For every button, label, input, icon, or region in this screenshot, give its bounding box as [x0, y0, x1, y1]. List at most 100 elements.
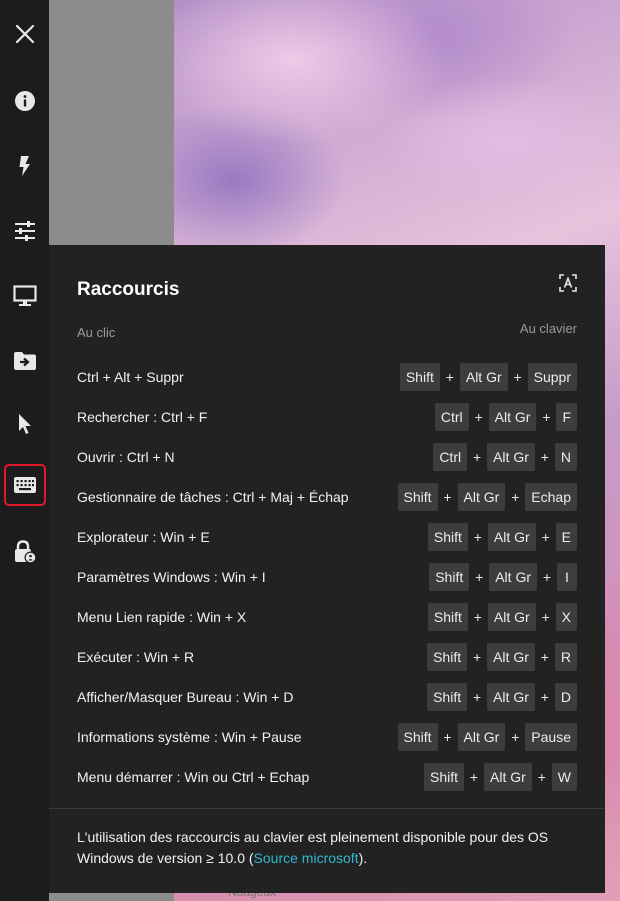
shortcut-row: Ctrl + Alt + Suppr Shift + Alt Gr + Suppr: [77, 357, 577, 397]
keycap[interactable]: Shift: [397, 483, 438, 511]
keycap[interactable]: Shift: [429, 563, 470, 591]
keycap[interactable]: X: [555, 603, 577, 631]
shortcut-click-action[interactable]: Gestionnaire de tâches : Ctrl + Maj + Éc…: [77, 489, 349, 505]
key-combination[interactable]: Shift + Alt Gr + I: [429, 563, 577, 591]
info-button[interactable]: [4, 80, 46, 122]
shortcut-click-action[interactable]: Afficher/Masquer Bureau : Win + D: [77, 689, 293, 705]
shortcut-row: Menu Lien rapide : Win + X Shift + Alt Gr + X: [77, 597, 577, 637]
sliders-icon: [15, 221, 35, 241]
pointer-button[interactable]: [4, 403, 46, 445]
key-combination[interactable]: Shift + Alt Gr + Pause: [397, 723, 577, 751]
shortcut-row: Gestionnaire de tâches : Ctrl + Maj + Éc…: [77, 477, 577, 517]
display-button[interactable]: [4, 275, 46, 317]
keycap[interactable]: Echap: [525, 483, 577, 511]
plus-separator: +: [473, 529, 482, 545]
keycap[interactable]: Alt Gr: [457, 723, 506, 751]
keycap[interactable]: Alt Gr: [487, 523, 536, 551]
shortcut-row: Explorateur : Win + E Shift + Alt Gr + E: [77, 517, 577, 557]
shortcut-list: Ctrl + Alt + Suppr Shift + Alt Gr + Suppr Rech…: [77, 357, 577, 797]
shortcut-click-action[interactable]: Ouvrir : Ctrl + N: [77, 449, 175, 465]
keycap[interactable]: Alt Gr: [457, 483, 506, 511]
keycap[interactable]: I: [557, 563, 577, 591]
plus-separator: +: [473, 609, 482, 625]
plus-separator: +: [443, 489, 452, 505]
microsoft-source-link[interactable]: Source microsoft: [254, 850, 359, 866]
keycap[interactable]: Alt Gr: [489, 563, 537, 591]
plus-separator: +: [475, 569, 484, 585]
info-icon: [15, 91, 35, 111]
keycap[interactable]: Ctrl: [434, 403, 469, 431]
shortcut-row: Exécuter : Win + R Shift + Alt Gr + R: [77, 637, 577, 677]
shortcut-row: Rechercher : Ctrl + F Ctrl + Alt Gr + F: [77, 397, 577, 437]
keycap[interactable]: Shift: [427, 603, 468, 631]
plus-separator: +: [443, 729, 452, 745]
key-combination[interactable]: Shift + Alt Gr + Suppr: [399, 363, 577, 391]
folder-transfer-icon: [14, 352, 36, 370]
keycap[interactable]: Suppr: [527, 363, 577, 391]
cursor-icon: [19, 414, 31, 434]
plus-separator: +: [540, 689, 549, 705]
keycap[interactable]: Alt Gr: [487, 443, 535, 471]
shortcut-click-action[interactable]: Ctrl + Alt + Suppr: [77, 369, 184, 385]
keycap[interactable]: Shift: [427, 643, 468, 671]
shortcut-click-action[interactable]: Explorateur : Win + E: [77, 529, 210, 545]
key-combination[interactable]: Shift + Alt Gr + Echap: [397, 483, 577, 511]
footer-note: L'utilisation des raccourcis au clavier …: [77, 827, 565, 869]
shortcut-row: Ouvrir : Ctrl + N Ctrl + Alt Gr + N: [77, 437, 577, 477]
keycap[interactable]: Ctrl: [433, 443, 468, 471]
keycap[interactable]: Shift: [427, 683, 468, 711]
column-header-click: Au clic: [77, 325, 116, 340]
key-combination[interactable]: Shift + Alt Gr + X: [427, 603, 577, 631]
keycap[interactable]: E: [555, 523, 577, 551]
shortcut-click-action[interactable]: Exécuter : Win + R: [77, 649, 194, 665]
lock-user-icon: [15, 540, 37, 564]
keycap[interactable]: W: [551, 763, 577, 791]
plus-separator: +: [469, 769, 479, 785]
keycap[interactable]: Shift: [399, 363, 440, 391]
file-transfer-button[interactable]: [4, 340, 46, 382]
keycap[interactable]: Alt Gr: [487, 603, 536, 631]
plus-separator: +: [542, 569, 552, 585]
divider: [49, 808, 605, 809]
plus-separator: +: [537, 769, 546, 785]
sidebar: [0, 0, 49, 901]
keycap[interactable]: Pause: [525, 723, 577, 751]
panel-title: Raccourcis: [77, 279, 180, 300]
keycap[interactable]: F: [556, 403, 577, 431]
quick-actions-button[interactable]: [4, 145, 46, 187]
key-combination[interactable]: Shift + Alt Gr + R: [427, 643, 577, 671]
shortcut-row: Paramètres Windows : Win + I Shift + Alt Gr…: [77, 557, 577, 597]
key-combination[interactable]: Shift + Alt Gr + D: [427, 683, 577, 711]
plus-separator: +: [541, 529, 550, 545]
shortcut-click-action[interactable]: Menu Lien rapide : Win + X: [77, 609, 246, 625]
shortcut-click-action[interactable]: Informations système : Win + Pause: [77, 729, 301, 745]
settings-button[interactable]: [4, 210, 46, 252]
keyboard-shortcuts-button[interactable]: [4, 464, 46, 506]
keycap[interactable]: D: [554, 683, 577, 711]
shortcut-click-action[interactable]: Menu démarrer : Win ou Ctrl + Echap: [77, 769, 309, 785]
plus-separator: +: [473, 649, 482, 665]
key-combination[interactable]: Shift + Alt Gr + W: [423, 763, 577, 791]
keycap[interactable]: Alt Gr: [459, 363, 508, 391]
close-button[interactable]: [4, 13, 46, 55]
keycap[interactable]: Shift: [423, 763, 464, 791]
plus-separator: +: [474, 409, 483, 425]
lock-session-button[interactable]: [4, 531, 46, 573]
lightning-icon: [19, 156, 30, 176]
keycap[interactable]: Alt Gr: [487, 643, 535, 671]
key-combination[interactable]: Ctrl + Alt Gr + N: [433, 443, 577, 471]
font-size-button[interactable]: [559, 274, 577, 292]
keycap[interactable]: Shift: [427, 523, 468, 551]
shortcut-click-action[interactable]: Paramètres Windows : Win + I: [77, 569, 266, 585]
key-combination[interactable]: Shift + Alt Gr + E: [427, 523, 577, 551]
plus-separator: +: [540, 649, 549, 665]
key-combination[interactable]: Ctrl + Alt Gr + F: [434, 403, 577, 431]
shortcut-click-action[interactable]: Rechercher : Ctrl + F: [77, 409, 207, 425]
keycap[interactable]: N: [554, 443, 577, 471]
keycap[interactable]: Alt Gr: [487, 683, 535, 711]
keycap[interactable]: Alt Gr: [484, 763, 532, 791]
keycap[interactable]: Alt Gr: [488, 403, 537, 431]
plus-separator: +: [542, 409, 551, 425]
keycap[interactable]: R: [554, 643, 577, 671]
keycap[interactable]: Shift: [397, 723, 438, 751]
